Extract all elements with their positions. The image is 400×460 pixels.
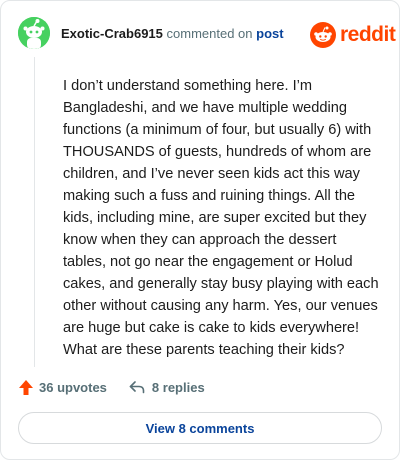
reply-count: 8 replies — [151, 379, 205, 395]
reddit-snoo-icon — [310, 22, 336, 48]
comment-card: Exotic-Crab6915 commented on post reddit… — [0, 0, 400, 460]
upvote-count: 36 upvotes — [39, 379, 107, 395]
avatar[interactable] — [18, 17, 50, 49]
comment-body: I don’t understand something here. I’m B… — [63, 78, 379, 358]
reddit-wordmark: reddit — [340, 23, 396, 46]
upvote-button[interactable]: 36 upvotes — [18, 379, 107, 396]
reddit-logo[interactable]: reddit — [310, 21, 396, 49]
upvote-arrow-icon — [19, 379, 33, 395]
comment-header: Exotic-Crab6915 commented on post — [61, 26, 284, 41]
reply-arrow-icon — [129, 381, 145, 394]
snoo-avatar-icon — [18, 17, 50, 49]
thread-line — [34, 57, 35, 367]
view-comments-button[interactable]: View 8 comments — [18, 412, 382, 444]
comment-action-text: commented on — [166, 26, 253, 41]
post-link[interactable]: post — [256, 26, 283, 41]
username[interactable]: Exotic-Crab6915 — [61, 26, 163, 41]
replies-button[interactable]: 8 replies — [129, 380, 205, 395]
comment-actions: 36 upvotes 8 replies — [18, 376, 205, 398]
